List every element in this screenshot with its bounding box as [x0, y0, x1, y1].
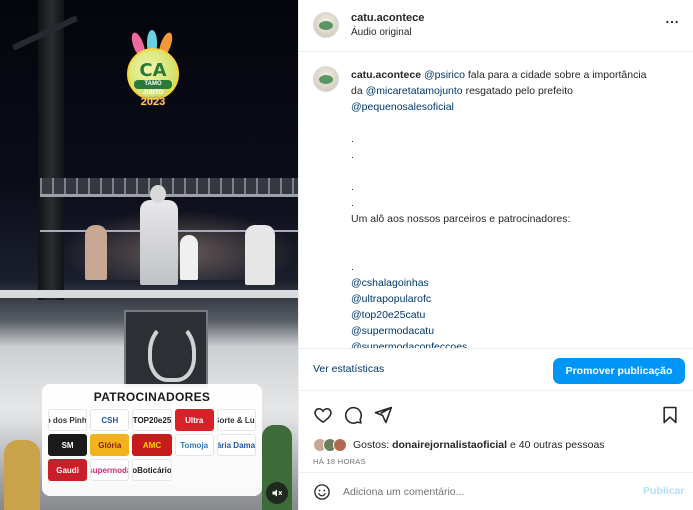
likes-summary[interactable]: Gostos: donairejornalistaoficial e 40 ou… [313, 437, 605, 453]
caption-line: . [351, 131, 681, 147]
caption-line: . [351, 259, 681, 275]
post-timestamp[interactable]: HÁ 18 HORAS [313, 457, 366, 466]
likes-suffix[interactable]: e 40 outras pessoas [507, 439, 605, 451]
insights-row: Ver estatísticas Promover publicação [299, 348, 693, 390]
caption-text-segment: @ultrapopularofc [351, 293, 432, 305]
caption-text-segment: @top20e25catu [351, 309, 426, 321]
sponsor-logo: Ultra [174, 409, 214, 431]
post-modal: CA TAMO JUNTO 2023 PATROCINADORES Salão … [0, 0, 693, 510]
caption-area: catu.acontece @psirico fala para a cidad… [299, 52, 693, 348]
sponsor-logo: CSH [90, 409, 130, 431]
post-details-panel: catu.acontece Áudio original catu.aconte… [298, 0, 693, 510]
caption-line: @supermodacatu [351, 323, 681, 339]
caption-mention-link[interactable]: @micaretatamojunto [366, 85, 463, 97]
post-username[interactable]: catu.acontece [351, 12, 424, 24]
crowd-person [4, 440, 40, 510]
comment-icon[interactable] [343, 405, 363, 425]
post-video[interactable]: CA TAMO JUNTO 2023 PATROCINADORES Salão … [0, 0, 298, 510]
caption-text-segment: @supermodacatu [351, 325, 435, 337]
performer [85, 225, 107, 280]
comment-bar: Publicar [299, 472, 693, 510]
caption-line: . [351, 147, 681, 163]
caption-text-segment: . [351, 197, 354, 209]
caption-username[interactable]: catu.acontece [351, 69, 421, 81]
event-logo-mark: CA [139, 60, 167, 81]
event-logo: CA TAMO JUNTO 2023 [117, 30, 189, 112]
mute-button[interactable] [266, 482, 288, 504]
sponsor-logo: Tomoja [174, 434, 214, 456]
sponsors-grid: Salão dos PinheirosCSHTOP20e25UltraSorte… [48, 409, 256, 481]
caption-line: @pequenosalesoficial [351, 99, 681, 115]
caption-text-segment: . [351, 261, 354, 273]
caption-text-segment: fala para a cidade sobre a importância [464, 69, 647, 81]
sponsor-logo: supermoda [90, 459, 130, 481]
sponsor-logo: Gaudi [48, 459, 88, 481]
likes-text: Gostos: donairejornalistaoficial e 40 ou… [353, 439, 605, 451]
likes-prefix: Gostos: [353, 439, 393, 451]
caption-text-segment: @supermodaconfeccoes [351, 341, 468, 348]
caption-line [351, 163, 681, 179]
caption-text: catu.acontece @psirico fala para a cidad… [351, 67, 681, 348]
caption-line [351, 243, 681, 259]
caption-line: @supermodaconfeccoes [351, 339, 681, 348]
more-options-icon[interactable] [664, 14, 680, 30]
lead-singer-head [150, 185, 166, 203]
performer [180, 235, 198, 280]
caption-line: @cshalagoinhas [351, 275, 681, 291]
performer [245, 225, 275, 285]
caption-line: @top20e25catu [351, 307, 681, 323]
sponsors-title: PATROCINADORES [93, 390, 211, 404]
avatar[interactable] [313, 12, 339, 38]
caption-text-segment: . [351, 149, 354, 161]
sponsor-logo: Salão dos Pinheiros [48, 409, 88, 431]
share-icon[interactable] [373, 405, 393, 425]
truck-deck [0, 290, 298, 298]
view-insights-link[interactable]: Ver estatísticas [313, 363, 384, 375]
caption-text-segment: @cshalagoinhas [351, 277, 429, 289]
emoji-icon[interactable] [313, 483, 331, 501]
caption-text-segment: Um alô aos nossos parceiros e patrocinad… [351, 213, 571, 225]
heart-icon[interactable] [313, 405, 333, 425]
caption-line [351, 115, 681, 131]
action-bar: Gostos: donairejornalistaoficial e 40 ou… [299, 390, 693, 472]
sponsors-card: PATROCINADORES Salão dos PinheirosCSHTOP… [42, 384, 262, 496]
caption-text-segment: resgatado pelo prefeito [462, 85, 573, 97]
lead-singer [140, 200, 178, 285]
post-header: catu.acontece Áudio original [299, 0, 693, 52]
caption-line: Um alô aos nossos parceiros e patrocinad… [351, 211, 681, 227]
truck-logo-panel [124, 310, 208, 388]
caption-line: . [351, 179, 681, 195]
sponsor-logo: AMC [132, 434, 172, 456]
sponsor-logo: TOP20e25 [132, 409, 172, 431]
speaker-muted-icon [272, 489, 282, 497]
caption-mention-link[interactable]: @pequenosalesoficial [351, 101, 454, 113]
comment-input[interactable] [343, 482, 623, 502]
sponsor-logo: Glória [90, 434, 130, 456]
publish-button[interactable]: Publicar [643, 485, 684, 497]
event-logo-year: 2023 [140, 96, 166, 108]
sponsor-logo: Sorte & Luz [216, 409, 256, 431]
stage-truss-bar [40, 194, 298, 197]
sponsor-logo: SM [48, 434, 88, 456]
audio-label[interactable]: Áudio original [351, 27, 412, 38]
sponsor-logo: oBoticário [132, 459, 172, 481]
caption-text-segment: . [351, 133, 354, 145]
caption-line: catu.acontece @psirico fala para a cidad… [351, 67, 681, 83]
caption-line: @ultrapopularofc [351, 291, 681, 307]
event-logo-tag: TAMO JUNTO [134, 80, 172, 96]
liker-avatar [333, 438, 347, 452]
avatar[interactable] [313, 66, 339, 92]
caption-line: . [351, 195, 681, 211]
caption-text-segment: . [351, 181, 354, 193]
sponsor-logo: Funerária Damasceno [216, 434, 256, 456]
promote-post-button[interactable]: Promover publicação [553, 358, 685, 384]
bookmark-icon[interactable] [660, 405, 680, 425]
caption-line: da @micaretatamojunto resgatado pelo pre… [351, 83, 681, 99]
caption-text-segment: da [351, 85, 366, 97]
caption-line [351, 227, 681, 243]
stage-truss [40, 178, 298, 194]
caption-mention-link[interactable]: @psirico [424, 69, 465, 81]
likes-user[interactable]: donairejornalistaoficial [392, 439, 507, 451]
